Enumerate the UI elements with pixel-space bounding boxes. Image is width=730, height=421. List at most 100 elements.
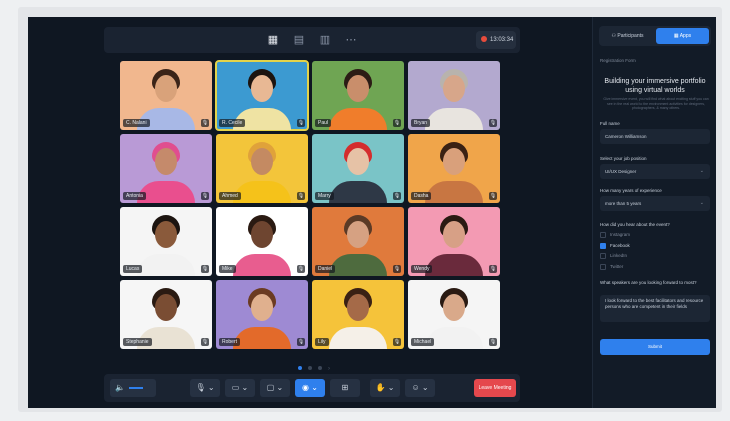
microphone-icon[interactable]: 🎙 <box>297 338 305 346</box>
panel-tabs: ⚇ Participants ▦ Apps <box>599 26 711 46</box>
record-icon <box>481 36 487 43</box>
sidebar-view-icon[interactable]: ▤ <box>292 33 306 47</box>
participant-name: Mike <box>219 265 236 273</box>
microphone-icon[interactable]: 🎙 <box>297 265 305 273</box>
checkbox-label: Twitter <box>610 263 624 269</box>
participant-tile[interactable]: Michael 🎙 <box>408 280 500 349</box>
participant-tile[interactable]: Lily 🎙 <box>312 280 404 349</box>
participant-tile[interactable]: Paul 🎙 <box>312 61 404 130</box>
participant-tile[interactable]: Bryan 🎙 <box>408 61 500 130</box>
hand-icon: ✋ <box>375 383 386 392</box>
participant-body <box>137 254 195 276</box>
microphone-icon[interactable]: 🎙 <box>489 192 497 200</box>
microphone-icon[interactable]: 🎙 <box>297 119 305 127</box>
volume-control[interactable]: 🔈 <box>110 379 156 397</box>
participant-tile[interactable]: C. Nalani 🎙 <box>120 61 212 130</box>
participant-tile[interactable]: Robert 🎙 <box>216 280 308 349</box>
microphone-icon[interactable]: 🎙 <box>201 338 209 346</box>
participant-tile[interactable]: Dasha 🎙 <box>408 134 500 203</box>
form-description: Give immersive event, you will find what… <box>603 97 709 110</box>
participant-body <box>425 181 483 203</box>
raise-hand-button[interactable]: ✋ ⌄ <box>370 379 400 397</box>
participant-face <box>443 148 465 175</box>
full-name-field[interactable]: Cameron Williamson <box>600 129 710 144</box>
full-name-label: Full name <box>600 121 620 126</box>
participant-face <box>443 294 465 321</box>
meeting-topbar: ▦ ▤ ▥ ⋯ 13:03:34 <box>104 27 520 53</box>
more-view-icon[interactable]: ⋯ <box>344 33 358 47</box>
microphone-icon[interactable]: 🎙 <box>489 119 497 127</box>
participant-name: Antonia <box>123 192 146 200</box>
reactions-button[interactable]: ☺ ⌄ <box>405 379 435 397</box>
participant-face <box>251 75 273 102</box>
participant-name: Lucas <box>123 265 143 273</box>
microphone-icon[interactable]: 🎙 <box>393 192 401 200</box>
participant-name: Lily <box>315 338 329 346</box>
leave-meeting-button[interactable]: Leave Meeting <box>474 379 516 397</box>
job-select[interactable]: UI/UX Designer ⌄ <box>600 164 710 179</box>
participant-tile[interactable]: Stephanie 🎙 <box>120 280 212 349</box>
microphone-icon[interactable]: 🎙 <box>489 338 497 346</box>
chevron-right-icon[interactable]: › <box>328 366 330 372</box>
grid-view-icon[interactable]: ▦ <box>266 33 280 47</box>
participant-name: Marry <box>315 192 334 200</box>
participant-face <box>155 75 177 102</box>
camera-button[interactable]: ▭ ⌄ <box>225 379 255 397</box>
participant-body <box>425 108 483 130</box>
participant-tile[interactable]: Antonia 🎙 <box>120 134 212 203</box>
tab-participants[interactable]: ⚇ Participants <box>601 28 654 44</box>
microphone-icon[interactable]: 🎙 <box>297 192 305 200</box>
volume-slider[interactable] <box>129 387 143 389</box>
participant-tile[interactable]: Lucas 🎙 <box>120 207 212 276</box>
checkbox[interactable] <box>600 253 606 259</box>
participant-face <box>443 221 465 248</box>
record-button[interactable]: ◉ ⌄ <box>295 379 325 397</box>
participant-name: R. Cecile <box>219 119 246 127</box>
microphone-icon[interactable]: 🎙 <box>393 338 401 346</box>
form-title: Building your immersive portfolio using … <box>604 78 706 94</box>
participant-face <box>251 294 273 321</box>
participant-name: Robert <box>219 338 241 346</box>
tab-apps[interactable]: ▦ Apps <box>656 28 709 44</box>
pagination: › <box>298 357 336 375</box>
emoji-icon: ☺ <box>411 383 420 392</box>
participant-tile[interactable]: Ahmed 🎙 <box>216 134 308 203</box>
participant-name: Bryan <box>411 119 431 127</box>
page-dot[interactable] <box>308 366 312 370</box>
layout-button[interactable]: ⊞ <box>330 379 360 397</box>
participant-name: Michael <box>411 338 435 346</box>
page-dot[interactable] <box>298 366 302 370</box>
participant-tile[interactable]: Mike 🎙 <box>216 207 308 276</box>
microphone-icon[interactable]: 🎙 <box>201 119 209 127</box>
microphone-icon[interactable]: 🎙 <box>489 265 497 273</box>
checkbox[interactable] <box>600 232 606 238</box>
years-select[interactable]: more than 5 years ⌄ <box>600 196 710 211</box>
speakers-textarea[interactable]: I look forward to the best facilitators … <box>600 295 710 322</box>
layout-view-icon[interactable]: ▥ <box>318 33 332 47</box>
participant-name: Wendy <box>411 265 433 273</box>
participant-tile[interactable]: Wendy 🎙 <box>408 207 500 276</box>
screen-share-button[interactable]: ▢ ⌄ <box>260 379 290 397</box>
participant-tile[interactable]: Marry 🎙 <box>312 134 404 203</box>
participant-tile[interactable]: Daniel 🎙 <box>312 207 404 276</box>
microphone-icon[interactable]: 🎙 <box>201 265 209 273</box>
page-dot[interactable] <box>318 366 322 370</box>
grid-icon: ⊞ <box>341 383 349 392</box>
checkbox-label: Facebook <box>610 242 630 248</box>
participant-name: C. Nalani <box>123 119 150 127</box>
participant-name: Ahmed <box>219 192 241 200</box>
checkbox[interactable] <box>600 242 606 249</box>
microphone-icon[interactable]: 🎙 <box>393 265 401 273</box>
chevron-down-icon: ⌄ <box>699 200 704 206</box>
participant-tile[interactable]: R. Cecile 🎙 <box>215 60 309 131</box>
checkbox[interactable] <box>600 263 606 270</box>
meeting-screen: ⛉ ▦ ▤ ▥ ⋯ 13:03:34 C. Nalani🎙R. Cecile🎙P… <box>28 17 716 408</box>
microphone-icon[interactable]: 🎙 <box>201 192 209 200</box>
submit-button[interactable]: Submit <box>600 339 710 355</box>
participant-face <box>155 148 177 175</box>
microphone-icon[interactable]: 🎙 <box>393 119 401 127</box>
participant-face <box>155 221 177 248</box>
camera-icon: ▭ <box>231 383 240 392</box>
microphone-button[interactable]: 🎙 ⌄ <box>190 379 220 397</box>
heard-label: How did you hear about the event? <box>600 222 670 227</box>
